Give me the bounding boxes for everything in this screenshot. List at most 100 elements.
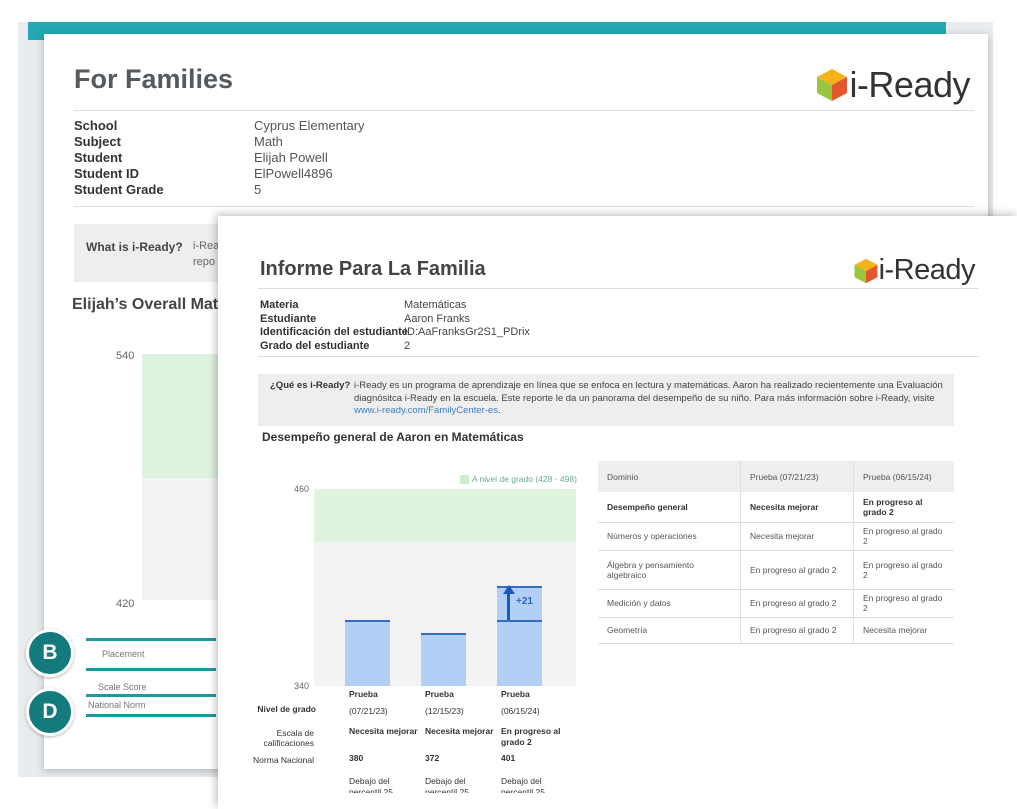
back-info-row: Student ID ElPowell4896 xyxy=(74,166,365,182)
chart-title: Desempeño general de Aaron en Matemática… xyxy=(262,430,524,444)
domain-table-cell: En progreso al grado 2 xyxy=(740,617,854,644)
back-info-value: Elijah Powell xyxy=(254,150,328,165)
back-table-line xyxy=(86,668,216,671)
domain-table-cell: En progreso al grado 2 xyxy=(853,522,954,551)
back-what-question: What is i-Ready? xyxy=(86,240,183,254)
domain-table-cell: En progreso al grado 2 xyxy=(853,589,954,618)
domain-table-row: Álgebra y pensamiento algebraico En progr… xyxy=(598,550,954,590)
row-label-scale: Escala de calificaciones xyxy=(263,728,314,748)
domain-table-cell: En progreso al grado 2 xyxy=(740,550,854,590)
test-norm: Debajo del percentil 25 xyxy=(349,776,393,793)
test-name: Prueba xyxy=(349,689,378,699)
test-level: Necesita mejorar xyxy=(425,726,494,736)
front-info-label: Materia xyxy=(260,299,299,311)
score-bar xyxy=(345,620,390,686)
score-marker xyxy=(345,620,390,623)
y-tick-top: 460 xyxy=(294,484,310,494)
back-info-row: Subject Math xyxy=(74,134,365,150)
score-bar xyxy=(421,633,466,686)
test-date: (12/15/23) xyxy=(425,706,464,716)
test-score: 372 xyxy=(425,753,440,763)
back-info-row: Student Grade 5 xyxy=(74,182,365,198)
front-info-value: Aaron Franks xyxy=(404,312,471,325)
front-info-row: Grado del estudiante 2 xyxy=(260,340,530,354)
back-table-line xyxy=(86,714,216,717)
back-placement-label: Placement xyxy=(102,649,145,659)
domain-table-cell: En progreso al grado 2 xyxy=(740,589,854,618)
domain-table-header-cell: Prueba (07/21/23) xyxy=(740,461,854,492)
back-grade-band xyxy=(142,354,222,478)
row-label-norm: Norma Nacional xyxy=(253,755,314,765)
back-info-label: Student xyxy=(74,150,123,165)
domain-table-header-cell: Dominio xyxy=(598,461,741,492)
domain-table: Dominio Prueba (07/21/23) Prueba (06/15/24… xyxy=(598,461,954,644)
domain-table-cell: Necesita mejorar xyxy=(740,492,854,523)
front-info-label: Grado del estudiante xyxy=(260,339,370,352)
test-name: Prueba xyxy=(501,689,530,699)
back-plot-area xyxy=(142,478,222,600)
front-info-row: Identificación del estudiante ID:AaFranks… xyxy=(260,326,530,340)
test-date: (06/15/24) xyxy=(501,706,540,716)
back-logo-text: i-Ready xyxy=(849,64,970,105)
iready-cube-icon xyxy=(854,258,878,283)
gain-label: +21 xyxy=(516,596,533,608)
badge-d: D xyxy=(26,688,74,736)
test-score: 380 xyxy=(349,753,364,763)
front-info-value: 2 xyxy=(404,339,411,352)
legend-swatch xyxy=(460,474,469,484)
back-info-value: 5 xyxy=(254,182,262,197)
domain-table-cell: En progreso al grado 2 xyxy=(853,492,954,523)
back-what-answer: i-Rea xyxy=(193,240,220,252)
front-what-body: i-Ready es un programa de aprendizaje en… xyxy=(354,380,946,418)
test-date: (07/21/23) xyxy=(349,706,388,716)
domain-table-row: Números y operaciones Necesita mejorar En … xyxy=(598,522,954,551)
divider xyxy=(258,356,979,357)
badge-b: B xyxy=(26,629,74,677)
front-what-text: i-Ready es un programa de aprendizaje en… xyxy=(354,380,943,404)
test-norm: Debajo del percentil 25 xyxy=(501,776,545,793)
domain-table-cell: Medición y datos xyxy=(598,589,741,618)
test-name: Prueba xyxy=(425,689,454,699)
front-what-is-box: ¿Qué es i-Ready? i-Ready es un programa … xyxy=(258,374,954,426)
score-plot: +21 xyxy=(314,489,576,686)
gain-arrow-head-icon xyxy=(502,584,515,594)
front-info-label: Identificación del estudiante xyxy=(260,326,408,338)
domain-table-cell: Desempeño general xyxy=(598,492,741,523)
front-info-row: Estudiante Aaron Franks xyxy=(260,313,530,327)
front-info-row: Materia Matemáticas xyxy=(260,299,530,313)
test-level: En progreso al grado 2 xyxy=(501,726,561,747)
front-info-value: ID:AaFranksGr2S1_PDrix xyxy=(404,326,530,338)
divider xyxy=(74,206,974,207)
back-info-value: ElPowell4896 xyxy=(254,166,333,181)
back-national-norm-label: National Norm xyxy=(88,700,146,710)
domain-table-cell: Necesita mejorar xyxy=(740,522,854,551)
back-y-tick-top: 540 xyxy=(116,350,135,362)
gain-arrow xyxy=(507,591,510,621)
divider xyxy=(258,288,979,289)
back-what-is-box: What is i-Ready? i-Rea repo xyxy=(74,224,234,282)
back-what-answer: repo xyxy=(193,256,216,268)
front-what-question: ¿Qué es i-Ready? xyxy=(270,380,351,391)
test-level: Necesita mejorar xyxy=(349,726,418,736)
back-overall-title: Elijah’s Overall Mat xyxy=(72,296,219,313)
front-report-page: Informe Para La Familia i-Ready Materia M… xyxy=(218,216,1017,809)
divider xyxy=(74,110,974,111)
domain-table-header-cell: Prueba (06/15/24) xyxy=(853,461,954,492)
family-center-link[interactable]: www.i-ready.com/FamilyCenter-es xyxy=(354,405,498,416)
row-label-level: Nivel de grado xyxy=(257,704,316,714)
test-norm: Debajo del percentil 25 xyxy=(425,776,469,793)
front-info-label: Estudiante xyxy=(260,312,317,325)
back-table-line xyxy=(86,638,216,641)
domain-table-cell: Necesita mejorar xyxy=(853,617,954,644)
front-student-info: Materia Matemáticas Estudiante Aaron Franks… xyxy=(260,299,530,353)
back-report-title: For Families xyxy=(74,64,234,94)
test-score: 401 xyxy=(501,753,516,763)
back-info-row: Student Elijah Powell xyxy=(74,150,365,166)
gain-base-marker xyxy=(497,620,542,623)
domain-table-cell: Geometría xyxy=(598,617,741,644)
front-logo-text: i-Ready xyxy=(878,254,976,286)
y-tick-bottom: 340 xyxy=(294,681,310,691)
domain-table-cell: Números y operaciones xyxy=(598,522,741,551)
domain-table-row: Desempeño general Necesita mejorar En prog… xyxy=(598,492,954,523)
back-table-line xyxy=(86,694,216,697)
